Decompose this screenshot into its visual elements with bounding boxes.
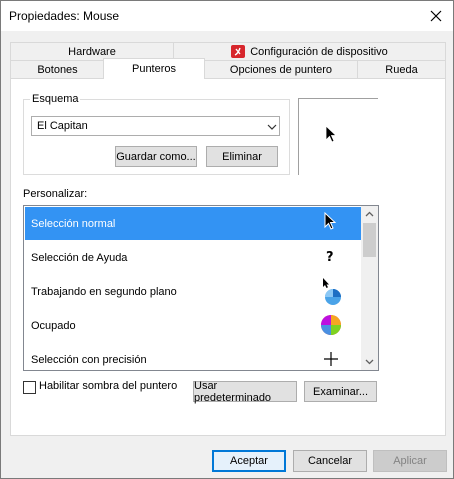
list-item[interactable]: Selección normal — [25, 207, 361, 240]
browse-button[interactable]: Examinar... — [304, 381, 377, 402]
svg-text:?: ? — [326, 250, 334, 265]
use-default-button[interactable]: Usar predeterminado — [193, 380, 297, 404]
list-item[interactable]: Selección de Ayuda ? — [25, 241, 361, 274]
tab-rueda[interactable]: Rueda — [357, 60, 446, 78]
scrollbar-thumb[interactable] — [363, 223, 376, 257]
tab-opciones-de-puntero[interactable]: Opciones de puntero — [204, 60, 358, 78]
scroll-down-icon[interactable] — [361, 353, 378, 370]
tab-botones[interactable]: Botones — [10, 60, 105, 78]
arrow-cursor-icon — [325, 125, 338, 143]
synaptics-icon — [231, 45, 246, 58]
close-button[interactable] — [419, 1, 453, 31]
crosshair-cursor-icon — [324, 352, 338, 366]
window-title: Propiedades: Mouse — [9, 9, 120, 23]
save-as-button[interactable]: Guardar como... — [115, 146, 197, 167]
ok-button[interactable]: Aceptar — [212, 450, 286, 472]
mouse-properties-dialog: Propiedades: Mouse Hardware Configuració… — [0, 0, 454, 479]
shadow-checkbox[interactable] — [23, 381, 36, 394]
cursor-list[interactable]: Selección normal Selección de Ayuda ? Tr… — [23, 205, 379, 371]
working-in-background-cursor-icon — [323, 278, 341, 305]
title-bar: Propiedades: Mouse — [1, 1, 453, 31]
help-cursor-icon: ? — [326, 250, 334, 265]
chevron-down-icon — [267, 124, 277, 130]
scheme-group-label: Esquema — [30, 93, 81, 105]
busy-spinner-cursor-icon — [321, 315, 341, 335]
delete-button[interactable]: Eliminar — [206, 146, 278, 167]
arrow-cursor-icon — [324, 211, 337, 230]
list-scrollbar[interactable] — [361, 206, 378, 370]
list-item[interactable]: Trabajando en segundo plano — [25, 275, 361, 308]
customize-label: Personalizar: — [23, 188, 88, 200]
scroll-up-icon[interactable] — [361, 206, 378, 223]
scheme-selected-value: El Capitan — [37, 120, 88, 132]
list-item[interactable]: Selección con precisión — [25, 343, 361, 370]
scheme-dropdown[interactable]: El Capitan — [31, 116, 280, 136]
list-item[interactable]: Ocupado — [25, 309, 361, 342]
tab-punteros[interactable]: Punteros — [103, 58, 205, 79]
cancel-button[interactable]: Cancelar — [293, 450, 367, 472]
shadow-checkbox-label[interactable]: Habilitar sombra del puntero — [39, 380, 177, 392]
close-icon — [430, 10, 442, 22]
apply-button[interactable]: Aplicar — [373, 450, 447, 472]
tab-device-settings[interactable]: Configuración de dispositivo — [173, 42, 446, 60]
cursor-preview-box — [298, 98, 378, 175]
